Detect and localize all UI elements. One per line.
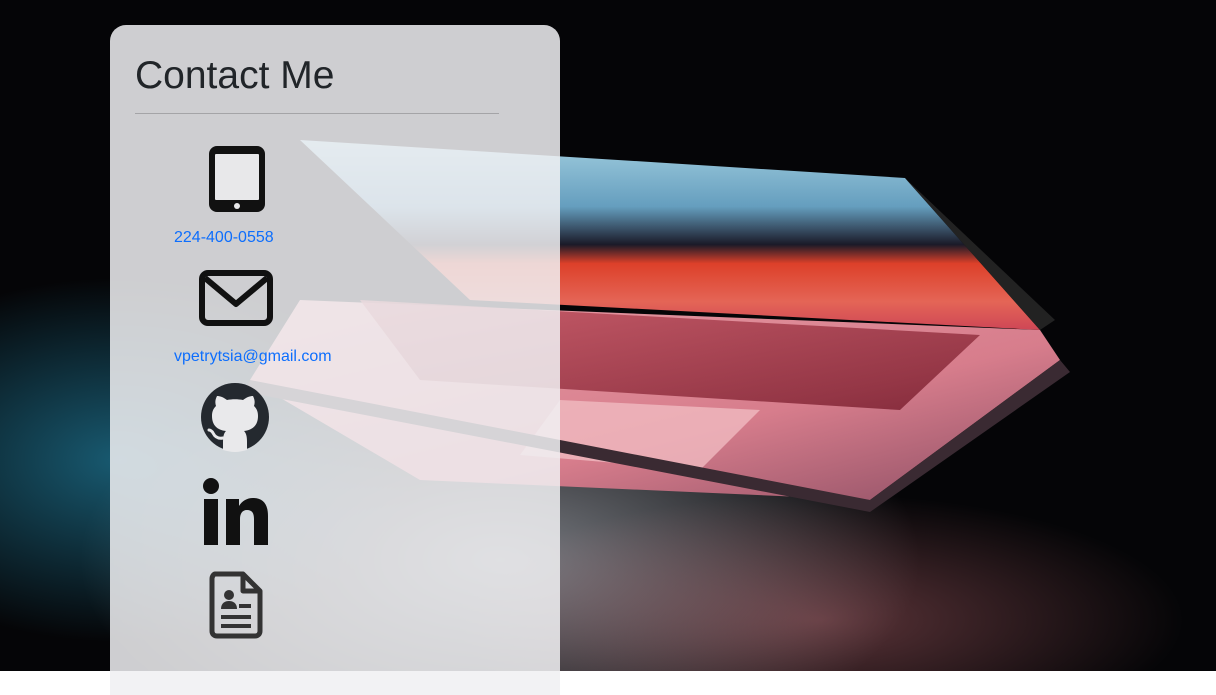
github-icon [201, 383, 269, 452]
linkedin-icon [203, 478, 268, 545]
email-link-icon[interactable] [199, 270, 273, 331]
page-title: Contact Me [135, 54, 335, 97]
phone-number-link[interactable]: 224-400-0558 [174, 228, 274, 248]
resume-document-icon [209, 571, 263, 639]
email-address-link[interactable]: vpetrytsia@gmail.com [174, 347, 332, 367]
github-link[interactable] [199, 382, 271, 457]
phone-link-icon[interactable] [207, 144, 267, 219]
title-divider [135, 113, 499, 114]
tablet-phone-icon [209, 146, 265, 212]
resume-link[interactable] [209, 571, 263, 644]
envelope-icon [199, 270, 273, 326]
linkedin-link[interactable] [202, 477, 270, 552]
contact-panel: Contact Me 224-400-0558 vpetrytsia@gmail… [110, 25, 560, 695]
